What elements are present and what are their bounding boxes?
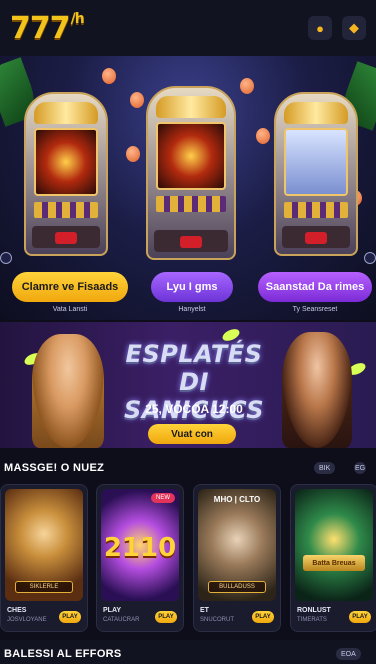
play-button[interactable]: PLAY: [349, 611, 371, 623]
promo-character-right: [282, 332, 352, 448]
game-thumbnail-label: SIKLERLE: [15, 581, 73, 593]
hero-cta-row: Clamre ve Fisaads Lyu I gms Saanstad Da …: [0, 272, 376, 302]
coin-decoration: [126, 146, 140, 162]
hero-cta-button-1[interactable]: Clamre ve Fisaads: [12, 272, 128, 302]
game-subtitle: TIMERATS: [297, 617, 327, 623]
game-title: ET: [200, 607, 209, 614]
chevron-left-icon[interactable]: [0, 252, 12, 264]
game-thumbnail-ribbon: Batta Breuas: [303, 555, 365, 571]
new-badge: NEW: [151, 493, 175, 503]
section-title: BALESSI AL EFFORS: [4, 648, 122, 660]
slot-machine-center[interactable]: [146, 86, 236, 260]
game-subtitle: JOSVLOYANE: [7, 617, 47, 623]
coin-decoration: [102, 68, 116, 84]
section-2-header: BALESSI AL EFFORS EOA: [0, 640, 376, 664]
hero-cta-caption-2: Hanyelst: [178, 306, 206, 313]
hero-cta-caption-1: Vata Lansti: [52, 306, 88, 313]
game-thumbnail-label: BULLADUSS: [208, 581, 266, 593]
game-thumbnail: 2110: [101, 489, 179, 601]
chest-icon[interactable]: ◆: [342, 16, 366, 40]
coin-decoration: [130, 92, 144, 108]
coin-decoration: [240, 78, 254, 94]
game-thumbnail: Batta Breuas: [295, 489, 373, 601]
game-card[interactable]: Batta Breuas RONLUST TIMERATS PLAY: [290, 484, 376, 632]
section-more-button[interactable]: EG: [354, 462, 366, 474]
game-thumbnail: MHO | CLTO BULLADUSS: [198, 489, 276, 601]
coin-icon[interactable]: ●: [308, 16, 332, 40]
slot-machine-left[interactable]: [24, 92, 108, 256]
promo-banner[interactable]: ESPLATÉS DI SANICUCS 25, VOCOA 12:00 Vua…: [0, 322, 376, 448]
game-card[interactable]: MHO | CLTO BULLADUSS ET SNUCORUT PLAY: [193, 484, 281, 632]
game-thumbnail-number: 2110: [103, 533, 177, 563]
section-filter-pill[interactable]: BIK: [314, 462, 336, 474]
game-subtitle: SNUCORUT: [200, 617, 234, 623]
slot-machine-right[interactable]: [274, 92, 358, 256]
game-title: RONLUST: [297, 607, 331, 614]
logo[interactable]: 777/h: [10, 11, 85, 46]
game-thumbnail: SIKLERLE: [5, 489, 83, 601]
promo-character-left: [32, 334, 104, 448]
top-header: 777/h ● ◆: [0, 0, 376, 56]
game-card[interactable]: SIKLERLE CHES JOSVLOYANE PLAY: [0, 484, 88, 632]
section-filter-pill[interactable]: EOA: [336, 648, 361, 660]
hero-cta-caption-3: Ty Seansreset: [292, 306, 338, 313]
header-actions: ● ◆: [308, 16, 366, 40]
play-button[interactable]: PLAY: [252, 611, 274, 623]
hero-cta-button-3[interactable]: Saanstad Da rimes: [258, 272, 372, 302]
game-title: PLAY: [103, 607, 122, 614]
play-button[interactable]: PLAY: [59, 611, 81, 623]
promo-time: 25, VOCOA 12:00: [145, 402, 243, 416]
game-card[interactable]: 2110 NEW PLAY CATAUCRAR PLAY: [96, 484, 184, 632]
coin-decoration: [256, 128, 270, 144]
section-title: MASSGE! O NUEZ: [4, 462, 105, 474]
play-button[interactable]: PLAY: [155, 611, 177, 623]
hero-cta-button-2[interactable]: Lyu I gms: [151, 272, 233, 302]
game-subtitle: CATAUCRAR: [103, 617, 140, 623]
chevron-right-icon[interactable]: [364, 252, 376, 264]
hero-slot-showcase: Clamre ve Fisaads Lyu I gms Saanstad Da …: [0, 56, 376, 320]
game-title: CHES: [7, 607, 27, 614]
game-card-row: SIKLERLE CHES JOSVLOYANE PLAY 2110 NEW P…: [0, 484, 376, 632]
promo-cta-button[interactable]: Vuat con: [148, 424, 236, 444]
game-thumbnail-header: MHO | CLTO: [213, 495, 261, 504]
